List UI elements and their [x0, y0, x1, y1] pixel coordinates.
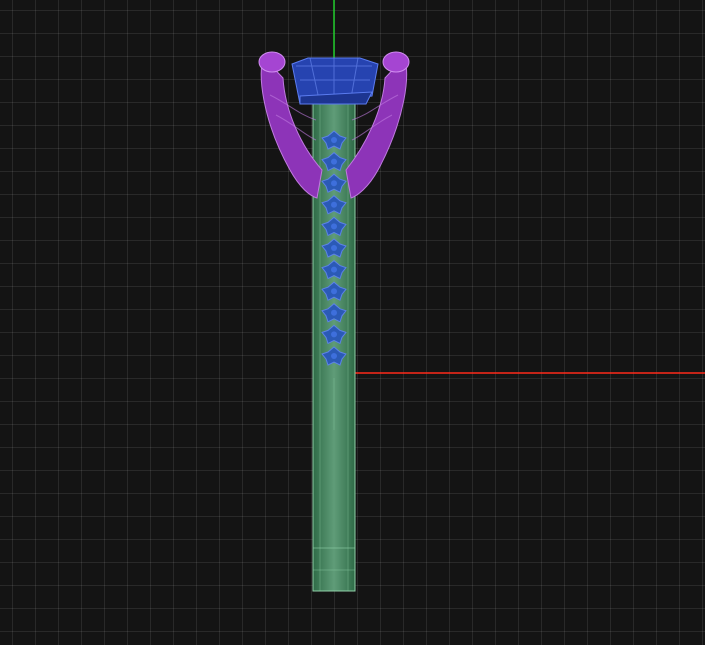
3d-viewport[interactable] — [0, 0, 705, 645]
center-stone[interactable] — [291, 57, 379, 105]
viewport-scene[interactable] — [0, 0, 705, 645]
